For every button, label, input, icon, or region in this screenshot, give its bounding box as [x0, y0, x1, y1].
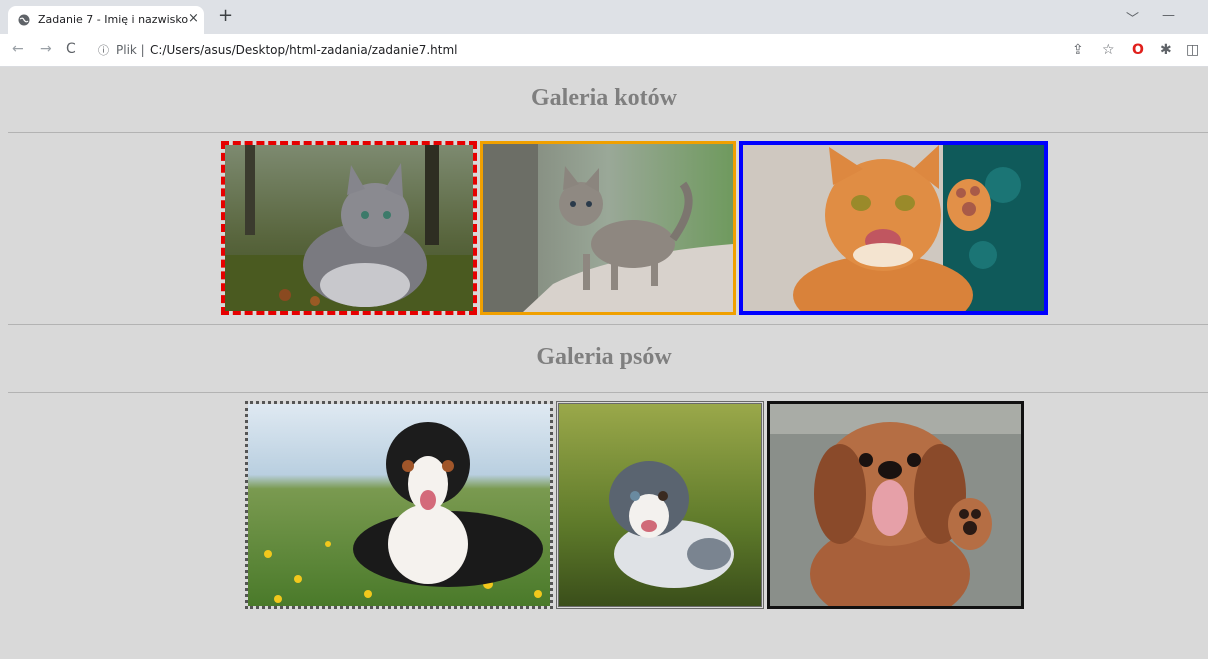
dog-photo-aussie-puppy — [556, 401, 764, 609]
dogs-gallery-heading: Galeria psów — [536, 344, 672, 370]
address-scheme: Plik | — [116, 43, 145, 57]
cats-gallery-heading: Galeria kotów — [531, 85, 677, 111]
bookmark-star-icon[interactable]: ☆ — [1102, 42, 1115, 58]
opera-icon[interactable]: O — [1132, 42, 1144, 58]
info-icon[interactable]: ⓘ — [98, 42, 109, 58]
tab-title: Zadanie 7 - Imię i nazwisko — [38, 13, 189, 26]
divider — [8, 132, 1208, 133]
tab-bar: Zadanie 7 - Imię i nazwisko × + ﹀ — — [0, 0, 1208, 34]
page-body: Galeria kotów Galeria psów — [0, 66, 1208, 659]
extensions-icon[interactable]: ✱ — [1160, 42, 1172, 58]
close-tab-icon[interactable]: × — [188, 11, 199, 26]
dog-photo-small-dog — [767, 401, 1024, 609]
address-bar[interactable]: ⓘ Plik | C:/Users/asus/Desktop/html-zada… — [92, 38, 1092, 62]
divider — [8, 392, 1208, 393]
back-button[interactable]: ← — [12, 41, 24, 57]
dog-photo-bernese — [245, 401, 553, 609]
address-url[interactable]: C:/Users/asus/Desktop/html-zadania/zadan… — [150, 43, 458, 57]
reload-button[interactable]: C — [66, 41, 76, 57]
cat-photo-kitten — [480, 141, 736, 315]
cat-photo-ginger-cat — [739, 141, 1048, 315]
tab-search-icon[interactable]: ﹀ — [1126, 8, 1139, 27]
new-tab-button[interactable]: + — [218, 7, 233, 25]
minimize-button[interactable]: — — [1162, 8, 1175, 23]
browser-toolbar: ← → C ⓘ Plik | C:/Users/asus/Desktop/htm… — [0, 34, 1208, 67]
browser-tab[interactable]: Zadanie 7 - Imię i nazwisko × — [8, 6, 204, 34]
share-icon[interactable]: ⇪ — [1072, 42, 1084, 58]
divider — [8, 324, 1208, 325]
cat-photo-grey-cat — [221, 141, 477, 315]
globe-icon — [18, 14, 30, 26]
forward-button[interactable]: → — [40, 41, 52, 57]
side-panel-icon[interactable]: ◫ — [1186, 42, 1199, 58]
